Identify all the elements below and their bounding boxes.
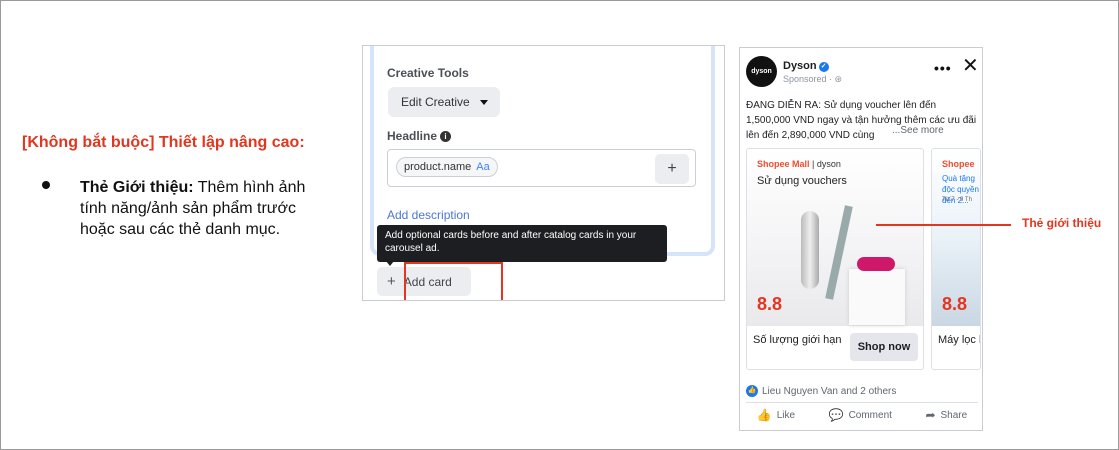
brand-name: Dyson [783, 60, 817, 72]
add-token-button[interactable]: + [655, 154, 689, 184]
verified-badge-icon: ✓ [818, 62, 829, 72]
card-headline: Sử dụng vouchers [757, 175, 847, 187]
comment-icon: 💬 [828, 408, 844, 422]
ads-manager-editor: Creative Tools Edit Creative Headline i p… [362, 45, 725, 301]
product-name-token[interactable]: product.name Aa [396, 157, 498, 177]
tooltip-arrow [386, 261, 394, 266]
shopee-label: Shopee [942, 159, 975, 169]
promo-badge: 8.8 [942, 294, 968, 314]
token-suffix: Aa [476, 161, 490, 173]
air-purifier-image [801, 211, 819, 289]
share-button[interactable]: ➦ Share [925, 408, 967, 422]
like-button[interactable]: 👍 Like [757, 408, 795, 422]
hair-dryer-image [857, 257, 895, 271]
card-date: Từ 7 - 9 Th [942, 197, 972, 203]
share-icon: ➦ [925, 408, 936, 422]
intro-card-description: Thẻ Giới thiệu: Thêm hình ảnh tính năng/… [80, 177, 335, 240]
divider [746, 402, 978, 403]
creative-tools-label: Creative Tools [387, 66, 469, 80]
promo-badge: 8.8 [757, 294, 783, 314]
action-bar: 👍 Like 💬 Comment ➦ Share [740, 408, 984, 422]
ad-preview: dyson Dyson ✓ Sponsored · ⊛ ••• ✕ ĐANG DI… [739, 47, 983, 431]
plus-icon: + [387, 273, 396, 290]
add-description-link[interactable]: Add description [387, 208, 470, 222]
edit-creative-label: Edit Creative [401, 95, 470, 109]
add-card-tooltip: Add optional cards before and after cata… [377, 225, 667, 262]
shop-now-button[interactable]: Shop now [850, 333, 918, 361]
card-title: Máy lọc không khí TP0... [938, 334, 980, 346]
reactions-summary[interactable]: 👍 Lieu Nguyen Van and 2 others [746, 385, 896, 397]
token-text: product.name [404, 161, 472, 173]
annotation-line [876, 224, 1011, 226]
carousel-card[interactable]: Shopee Quà tặng độc quyền đến 2... Từ 7 … [931, 148, 981, 370]
globe-icon: ⊛ [834, 74, 843, 84]
ad-body-text: ĐANG DIỄN RA: Sử dụng voucher lên đến 1,… [746, 100, 977, 141]
headline-field[interactable]: product.name Aa + [387, 149, 696, 187]
edit-creative-button[interactable]: Edit Creative [388, 87, 500, 117]
sponsored-label: Sponsored · ⊛ [783, 74, 842, 85]
pedestal-image [849, 269, 905, 325]
intro-card-term: Thẻ Giới thiệu: [80, 179, 194, 196]
dyson-logo[interactable]: dyson [746, 56, 777, 87]
sponsored-text: Sponsored · [783, 74, 835, 84]
advanced-settings-title: [Không bắt buộc] Thiết lập nâng cao: [22, 134, 305, 151]
bullet-point [42, 176, 52, 189]
highlight-box [404, 262, 503, 300]
close-icon[interactable]: ✕ [962, 56, 979, 76]
like-reaction-icon: 👍 [746, 385, 758, 397]
info-icon[interactable]: i [440, 131, 452, 143]
thumbs-up-icon: 👍 [756, 408, 772, 422]
more-options-icon[interactable]: ••• [934, 60, 952, 76]
card-title: Số lượng giới hạn [753, 334, 842, 346]
page-name[interactable]: Dyson ✓ [783, 60, 829, 72]
headline-label-text: Headline [387, 129, 438, 143]
annotation-label: Thẻ giới thiệu [1022, 216, 1102, 230]
card-image: Shopee Quà tặng độc quyền đến 2... Từ 7 … [932, 149, 980, 326]
intro-carousel-card[interactable]: Shopee Mall | dyson Sử dụng vouchers 8.8… [746, 148, 924, 370]
see-more-link[interactable]: ...See more [892, 125, 944, 136]
shopee-mall-label: Shopee Mall | dyson [757, 159, 841, 169]
headline-label: Headline i [387, 129, 452, 143]
reactions-text: Lieu Nguyen Van and 2 others [762, 385, 897, 397]
comment-button[interactable]: 💬 Comment [829, 408, 892, 422]
card-image: Shopee Mall | dyson Sử dụng vouchers 8.8 [747, 149, 923, 326]
caret-down-icon [479, 99, 488, 105]
